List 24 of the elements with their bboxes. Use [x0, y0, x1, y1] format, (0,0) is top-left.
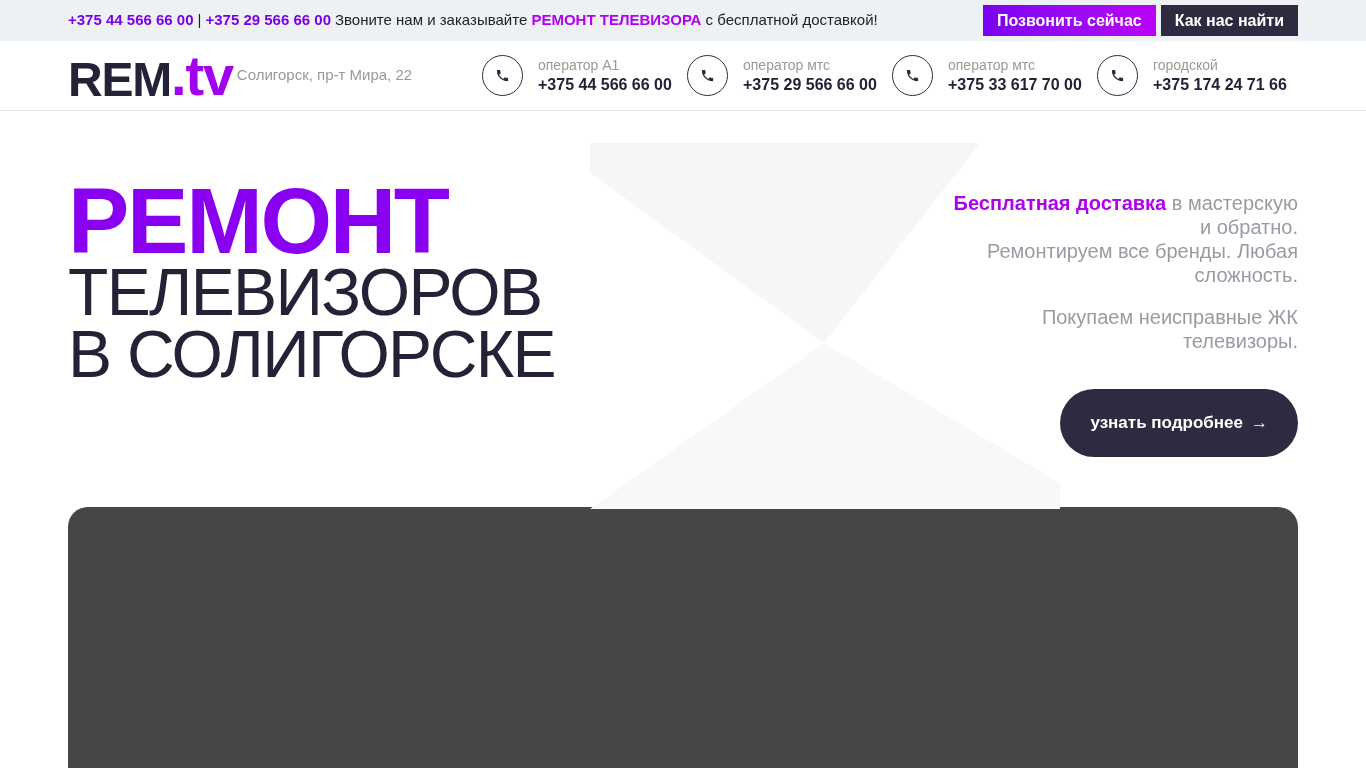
- address: Солигорск, пр-т Мира, 22: [236, 65, 413, 86]
- hero-title-line: В СОЛИГОРСКЕ: [68, 323, 555, 385]
- hero-text: Ремонтируем все бренды. Любая сложность.: [986, 239, 1298, 287]
- arrow-icon: →: [1251, 410, 1268, 436]
- separator: |: [197, 10, 202, 31]
- hero-title-line: ТЕЛЕВИЗОРОВ: [68, 261, 543, 323]
- contact-phone[interactable]: +375 29 566 66 00: [743, 73, 877, 96]
- promo-text: Звоните нам и заказывайте РЕМОНТ ТЕЛЕВИЗОРА с бесплатной доставкой!: [335, 10, 878, 31]
- contact-label: оператор мтс: [948, 55, 1036, 74]
- phone-link[interactable]: +375 44 566 66 00: [68, 9, 194, 32]
- contact-label: городской: [1153, 55, 1219, 74]
- contact-label: оператор мтс: [743, 55, 831, 74]
- logo[interactable]: REM.tv: [68, 47, 233, 104]
- header-button[interactable]: Как нас найти: [1160, 5, 1298, 36]
- more-button[interactable]: узнать подробнее →: [1060, 389, 1298, 457]
- contact-phone[interactable]: +375 174 24 71 66: [1153, 73, 1287, 96]
- hero-text: Покупаем неисправные ЖК телевизоры.: [1040, 305, 1298, 353]
- contact-label: оператор А1: [538, 55, 621, 74]
- hero-text: Бесплатная доставка в мастерскую и обратно.: [952, 191, 1298, 239]
- contact-phone[interactable]: +375 33 617 70 00: [948, 73, 1082, 96]
- phone-link[interactable]: +375 29 566 66 00: [205, 9, 331, 32]
- hero-title-line: РЕМОНТ: [68, 181, 449, 261]
- header-button[interactable]: Позвонить сейчас: [982, 5, 1156, 36]
- contact-phone[interactable]: +375 44 566 66 00: [538, 73, 672, 96]
